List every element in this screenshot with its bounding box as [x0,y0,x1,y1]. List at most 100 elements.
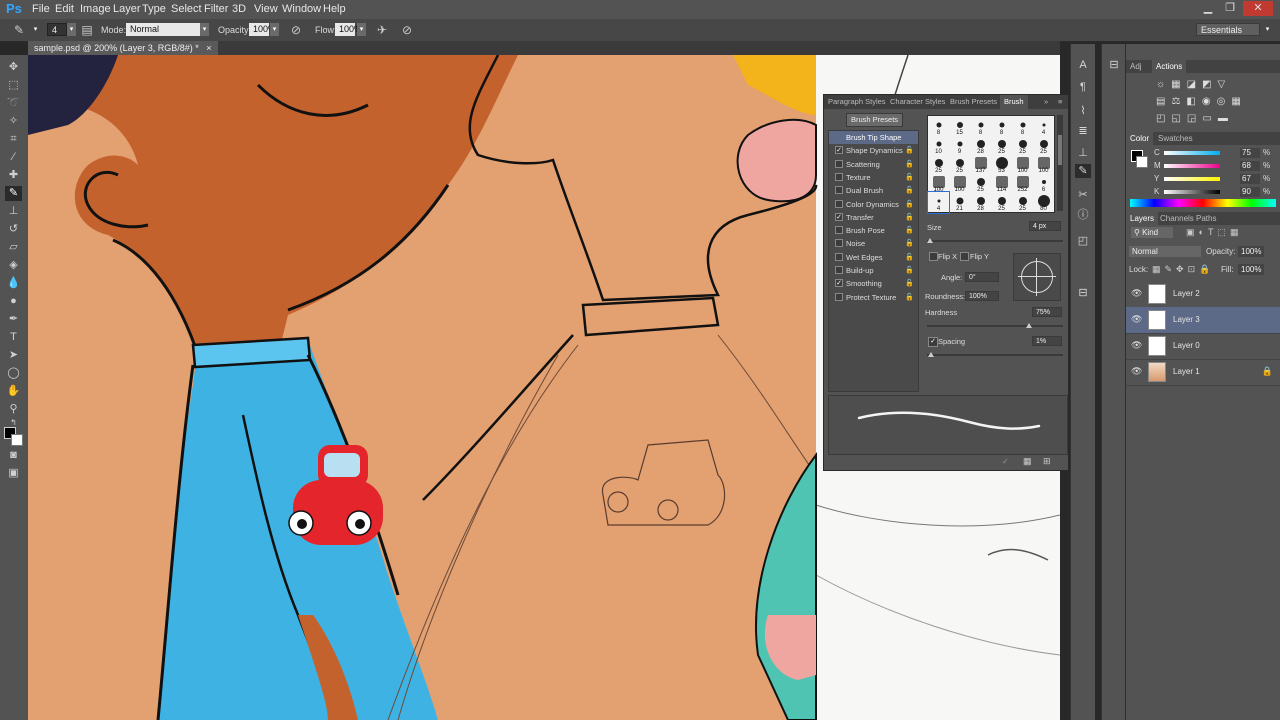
menu-view[interactable]: View [254,3,278,15]
brush-tip[interactable]: 25 [970,173,991,194]
mode-select[interactable]: Normal [126,23,200,36]
brush-option-checkbox[interactable] [835,252,843,261]
layer-row-layer-3[interactable]: 👁 Layer 3 [1126,307,1280,334]
chevron-down-icon[interactable]: ▾ [1263,23,1272,36]
brush-tip[interactable]: 8 [928,116,949,137]
paint-bucket-tool-icon[interactable]: ◈ [5,258,22,273]
tab-brush[interactable]: Brush [1000,95,1028,109]
brush-option-protect-texture[interactable]: Protect Texture 🔓 [829,291,918,304]
collapse-icon[interactable]: » [1040,95,1052,109]
size-slider[interactable] [927,238,1063,243]
brush-tip[interactable]: 28 [970,135,991,156]
brush-option-checkbox[interactable] [835,239,843,248]
brush-tip[interactable]: 25 [991,135,1012,156]
tool-presets-panel-icon[interactable]: ✂ [1075,188,1091,202]
cmyk-value[interactable]: 75 [1240,148,1260,158]
menu-layer[interactable]: Layer [113,3,141,15]
cmyk-slider[interactable] [1164,151,1220,155]
lock-icon[interactable]: 🔓 [905,237,914,250]
menu-window[interactable]: Window [282,3,321,15]
ellipse-tool-icon[interactable]: ◯ [5,366,22,381]
brush-option-color-dynamics[interactable]: Color Dynamics 🔓 [829,198,918,211]
lock-icon[interactable]: 🔓 [905,251,914,264]
blur-tool-icon[interactable]: 💧 [5,276,22,291]
dodge-tool-icon[interactable]: ● [5,294,22,309]
visibility-eye-icon[interactable]: 👁 [1131,340,1142,350]
brush-option-checkbox[interactable] [835,226,843,235]
brush-option-checkbox[interactable] [835,266,843,274]
flip-y-checkbox[interactable] [960,252,969,261]
lock-icon[interactable]: 🔓 [905,198,914,211]
airbrush-icon[interactable]: ✈ [375,23,389,37]
tab-actions[interactable]: Actions [1152,60,1187,73]
tab-paths[interactable]: Paths [1192,212,1220,225]
chevron-down-icon[interactable]: ▾ [270,23,279,36]
clone-source-panel-icon[interactable]: ⊥ [1075,146,1091,160]
brush-tip[interactable]: 25 [1012,135,1033,156]
spacing-slider-thumb[interactable] [928,352,934,357]
brush-option-checkbox[interactable] [835,172,843,181]
brush-settings-panel-icon[interactable]: ≣ [1075,124,1091,138]
minimize-icon[interactable]: ▁ [1198,1,1218,16]
toggle-preview-icon[interactable]: ✓ [1002,457,1009,466]
cmyk-slider[interactable] [1164,164,1220,168]
brush-tip[interactable]: 8 [1012,116,1033,137]
layer-name[interactable]: Layer 2 [1173,289,1200,298]
navigator-panel-icon[interactable]: ◰ [1075,234,1091,248]
character-panel-icon[interactable]: A [1075,58,1091,72]
layer-name[interactable]: Layer 0 [1173,341,1200,350]
brush-presets-button[interactable]: Brush Presets [846,113,903,127]
quick-mask-icon[interactable]: ◙ [5,448,22,463]
layer-row-layer-2[interactable]: 👁 Layer 2 [1126,281,1280,308]
brush-tip[interactable]: 25 [1012,192,1033,213]
layer-filter-kind-select[interactable]: ⚲ Kind [1131,227,1173,238]
tab-adjustments[interactable]: Adj [1126,60,1146,73]
cmyk-value[interactable]: 67 [1240,174,1260,184]
brush-tip[interactable]: 137 [970,154,991,175]
layer-row-layer-0[interactable]: 👁 Layer 0 [1126,333,1280,360]
history-brush-tool-icon[interactable]: ↺ [5,222,22,237]
lock-icon[interactable]: 🔓 [905,211,914,224]
brush-option-build-up[interactable]: Build-up 🔓 [829,264,918,277]
brush-option-noise[interactable]: Noise 🔓 [829,237,918,250]
background-color-swatch[interactable] [11,434,23,446]
brush-option-checkbox[interactable] [835,159,843,168]
menu-select[interactable]: Select [171,3,202,15]
brush-tip[interactable]: 15 [949,116,970,137]
photoshop-logo[interactable]: Ps [6,1,22,16]
brush-tip[interactable]: 25 [991,192,1012,213]
document-tab[interactable]: sample.psd @ 200% (Layer 3, RGB/8#) * × [28,41,218,55]
menu-help[interactable]: Help [323,3,346,15]
brush-option-checkbox[interactable] [835,186,843,195]
cmyk-slider[interactable] [1164,190,1220,194]
document-close-icon[interactable]: × [206,43,211,53]
brush-option-checkbox[interactable]: ✓ [835,146,843,155]
brush-tip[interactable]: 8 [991,116,1012,137]
close-icon[interactable]: ✕ [1243,1,1273,16]
color-background-swatch[interactable] [1136,156,1148,168]
brush-option-checkbox[interactable] [835,292,843,301]
size-slider-thumb[interactable] [927,238,933,243]
visibility-eye-icon[interactable]: 👁 [1131,288,1142,298]
layer-row-layer-1[interactable]: 👁 Layer 1 🔒 [1126,359,1280,386]
flip-x-checkbox[interactable] [929,252,938,261]
path-select-tool-icon[interactable]: ➤ [5,348,22,363]
history-panel-icon[interactable]: ⊟ [1106,58,1122,72]
brush-grid-view-icon[interactable]: ▦ [1023,456,1032,467]
lock-icons[interactable]: ▦✎✥⊡🔒 [1152,264,1214,275]
info-panel-icon[interactable]: ⓘ [1075,208,1091,222]
brush-tip[interactable]: 100 [949,173,970,194]
tab-layers[interactable]: Layers [1126,212,1159,225]
brush-tip[interactable]: 25 [928,154,949,175]
hardness-slider-thumb[interactable] [1026,323,1032,328]
hardness-value[interactable]: 75% [1032,307,1062,317]
tab-paragraph-styles[interactable]: Paragraph Styles [824,95,890,109]
tab-brush-presets[interactable]: Brush Presets [946,95,1001,109]
lock-icon[interactable]: 🔓 [905,171,914,184]
flow-input[interactable]: 100% [335,23,362,36]
brush-option-scattering[interactable]: Scattering 🔓 [829,158,918,171]
chevron-down-icon[interactable]: ▾ [357,23,366,36]
tab-color[interactable]: Color [1126,132,1154,145]
brush-presets-panel-icon[interactable]: ⌇ [1075,104,1091,118]
lasso-tool-icon[interactable]: ➰ [5,96,22,111]
